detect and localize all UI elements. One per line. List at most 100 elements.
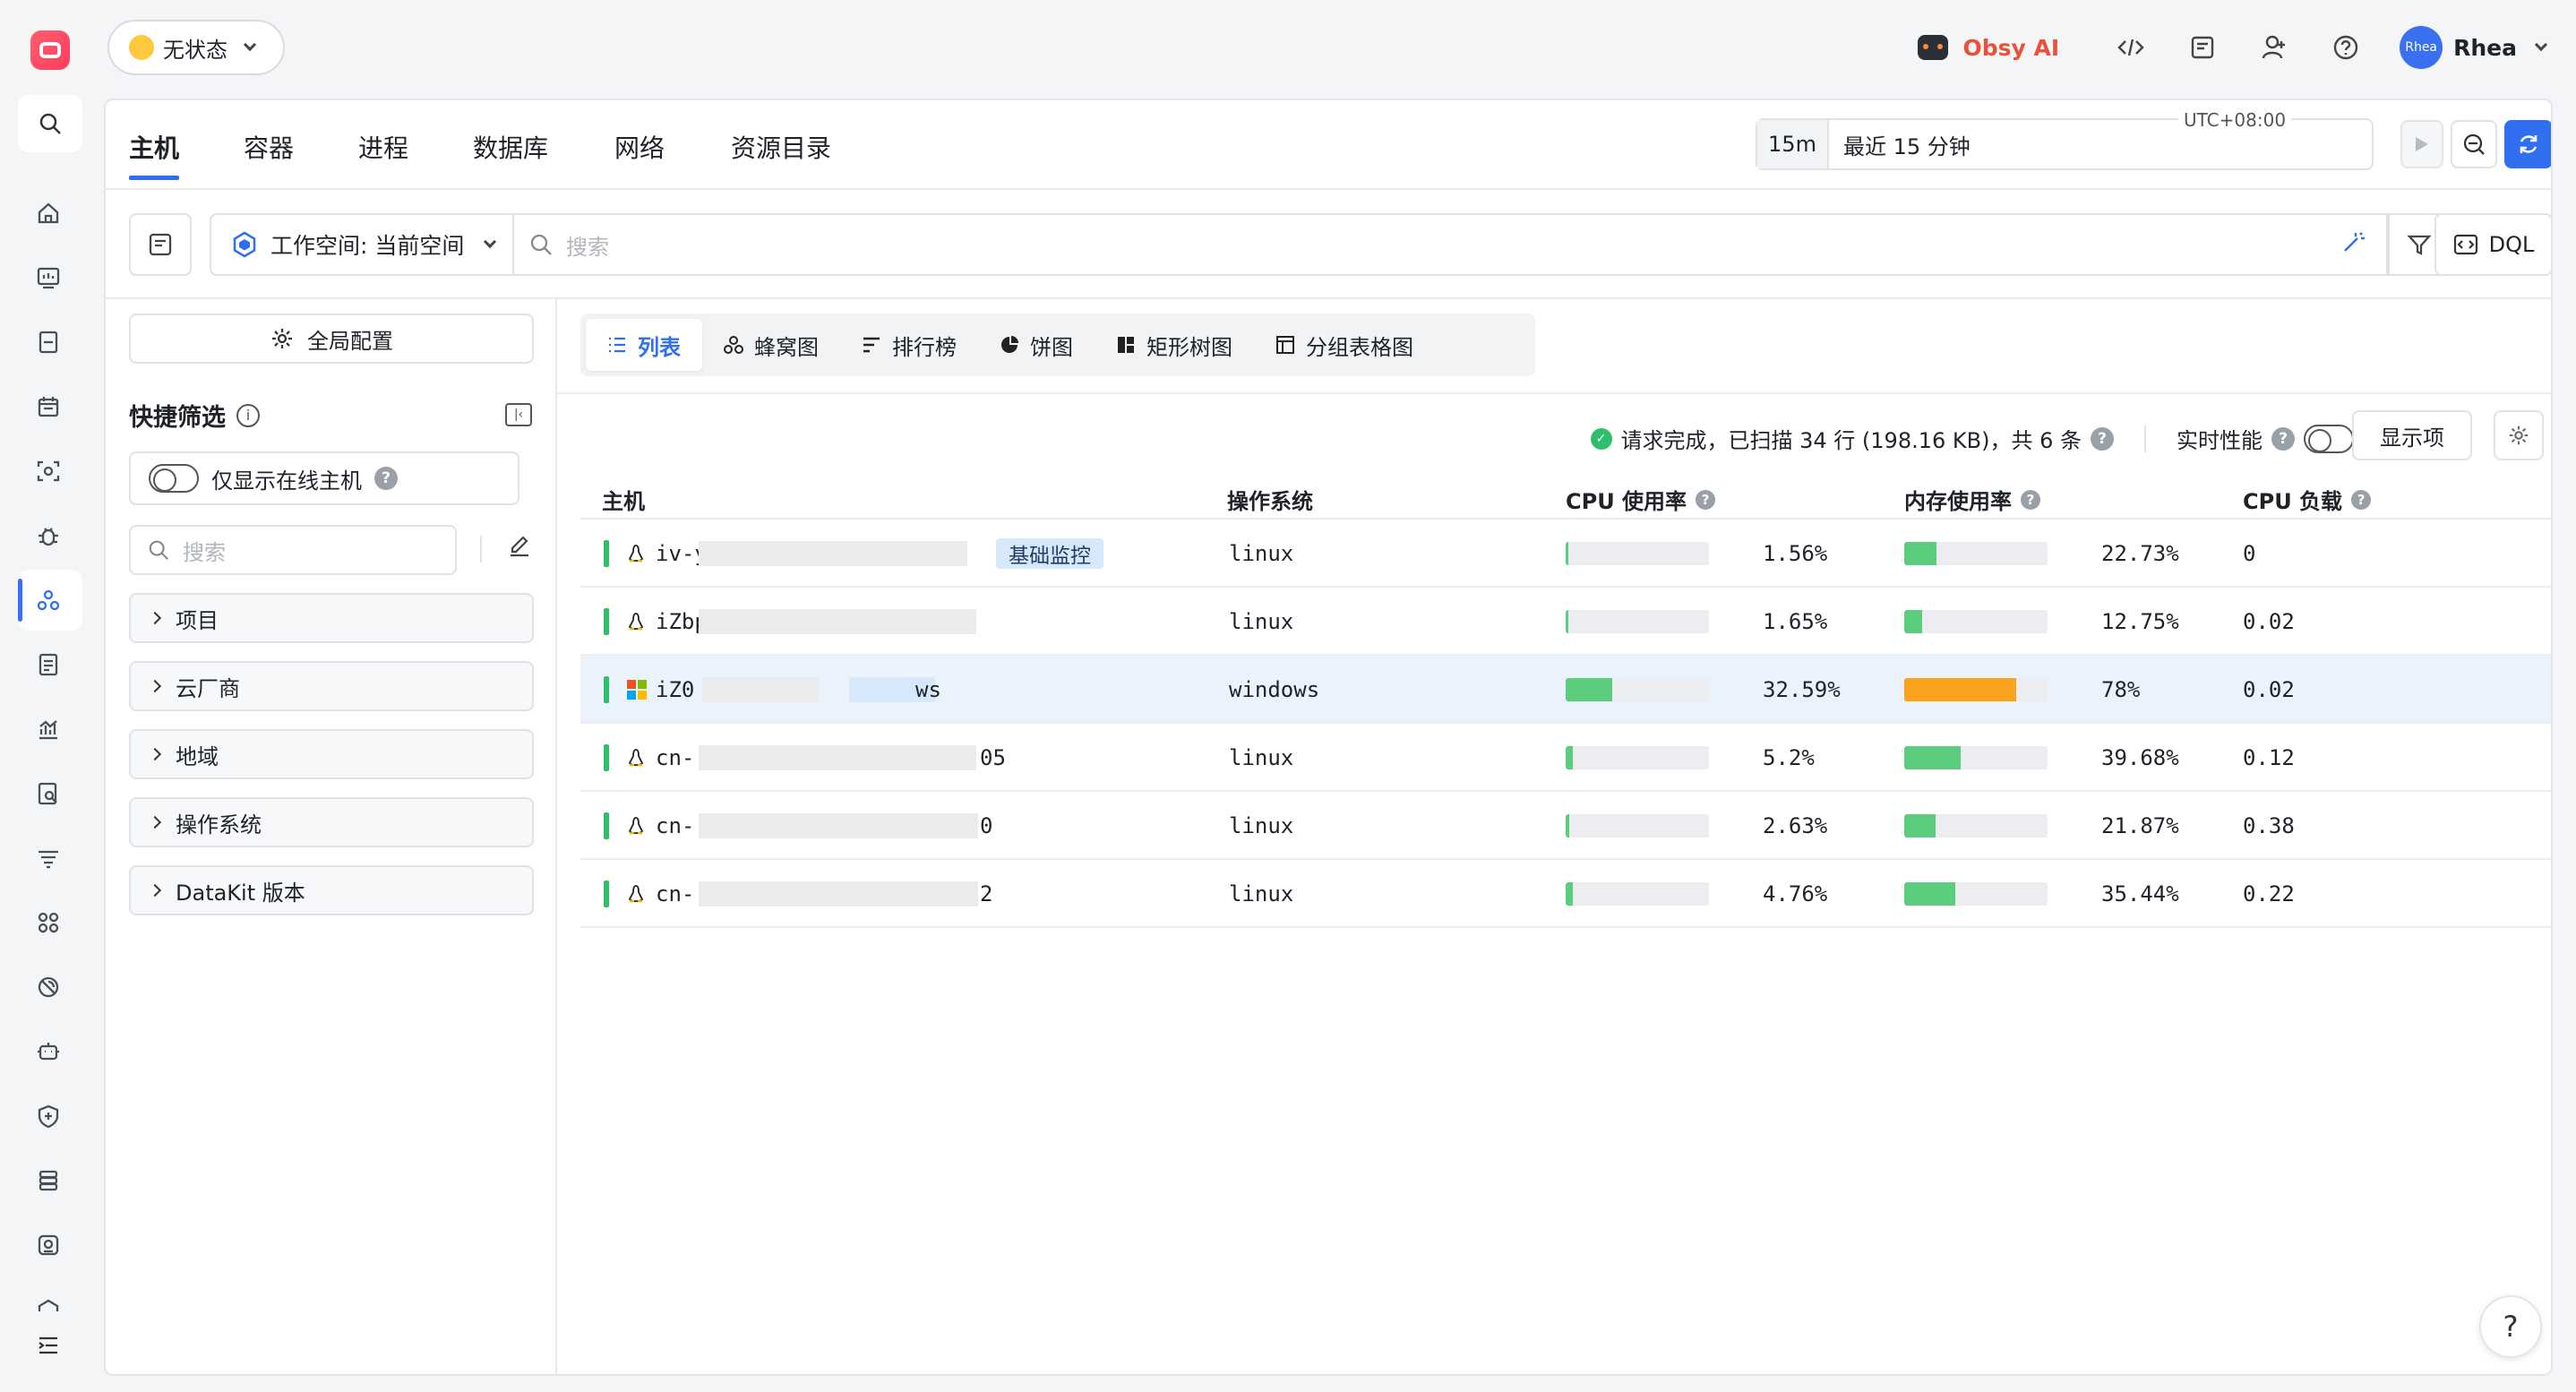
online-status-indicator: [604, 608, 609, 635]
honeycomb-icon: [724, 336, 743, 354]
tab-container[interactable]: 容器: [244, 129, 294, 165]
filter-group-datakit-version[interactable]: DataKit 版本: [129, 865, 534, 915]
dql-button[interactable]: DQL: [2434, 213, 2551, 276]
app-logo[interactable]: [30, 30, 70, 70]
online-status-indicator: [604, 812, 609, 839]
view-tab-label: 蜂窝图: [754, 334, 819, 360]
workspace-icon: [231, 231, 258, 258]
view-tab-treemap[interactable]: 矩形树图: [1095, 319, 1254, 371]
pipeline-icon[interactable]: [32, 842, 64, 874]
report-icon[interactable]: [2185, 30, 2220, 65]
user-menu[interactable]: Rhea Rhea: [2400, 26, 2548, 69]
host-name[interactable]: iZ0: [656, 656, 694, 724]
filter-group-project[interactable]: 项目: [129, 593, 534, 643]
column-header-os[interactable]: 操作系统: [1227, 484, 1313, 515]
tab-process[interactable]: 进程: [358, 129, 408, 165]
trace-search-icon[interactable]: [32, 778, 64, 810]
help-icon[interactable]: ?: [1696, 489, 1716, 510]
play-button[interactable]: [2400, 120, 2443, 168]
view-tab-ranking[interactable]: 排行榜: [840, 319, 978, 371]
realtime-toggle[interactable]: [2304, 424, 2354, 453]
bug-icon[interactable]: [32, 520, 64, 552]
online-status-indicator: [604, 881, 609, 907]
table-row[interactable]: iZ0 ws windows 32.59% 78% 0.02: [580, 656, 2551, 724]
calendar-icon[interactable]: [32, 391, 64, 423]
online-only-toggle[interactable]: [149, 464, 199, 493]
database-icon[interactable]: [32, 1164, 64, 1197]
global-config-button[interactable]: 全局配置: [129, 314, 534, 364]
user-add-icon[interactable]: [2256, 30, 2292, 65]
apps-icon[interactable]: [32, 907, 64, 939]
zoom-out-button[interactable]: [2451, 120, 2497, 168]
infrastructure-icon[interactable]: [32, 584, 64, 616]
workspace-selector[interactable]: 工作空间: 当前空间: [210, 213, 514, 276]
search-icon: [530, 234, 552, 255]
obsy-ai-button[interactable]: Obsy AI: [1918, 35, 2059, 61]
table-row[interactable]: iv-y 基础监控 linux 1.56% 22.73% 0: [580, 520, 2551, 588]
view-tab-pie[interactable]: 饼图: [978, 319, 1095, 371]
table-settings-button[interactable]: [2494, 410, 2544, 460]
log-icon[interactable]: [32, 649, 64, 681]
host-name[interactable]: cn-: [656, 792, 694, 860]
column-header-memory[interactable]: 内存使用率?: [1904, 484, 2040, 515]
view-tab-honeycomb[interactable]: 蜂窝图: [702, 319, 840, 371]
help-icon[interactable]: [2328, 30, 2364, 65]
magic-wand-icon[interactable]: [2341, 229, 2366, 261]
help-icon[interactable]: ?: [2091, 426, 2114, 451]
integration-icon[interactable]: [32, 1290, 64, 1322]
filter-group-cloud-provider[interactable]: 云厂商: [129, 661, 534, 711]
search-input[interactable]: 搜索: [514, 213, 2388, 276]
status-selector[interactable]: 无状态: [107, 20, 285, 75]
user-name: Rhea: [2453, 34, 2517, 61]
tab-resource-catalog[interactable]: 资源目录: [731, 129, 831, 165]
table-row[interactable]: iZbp linux 1.65% 12.75% 0.02: [580, 588, 2551, 656]
table-row[interactable]: cn- 2 linux 4.76% 35.44% 0.22: [580, 860, 2551, 928]
home-icon[interactable]: [32, 197, 64, 229]
info-icon[interactable]: i: [236, 403, 260, 427]
status-text: 请求完成，已扫描 34 行 (198.16 KB)，共 6 条: [1620, 428, 2082, 453]
view-tab-group-table[interactable]: 分组表格图: [1254, 319, 1435, 371]
scan-icon[interactable]: [32, 455, 64, 487]
tab-network[interactable]: 网络: [614, 129, 665, 165]
code-icon[interactable]: [2113, 30, 2149, 65]
chevron-right-icon: [148, 611, 162, 625]
display-items-button[interactable]: 显示项: [2352, 410, 2472, 460]
tab-database[interactable]: 数据库: [473, 129, 548, 165]
filter-search-input[interactable]: 搜索: [129, 525, 457, 575]
floating-help-button[interactable]: ?: [2479, 1295, 2542, 1358]
menu-collapse-icon[interactable]: [32, 1329, 64, 1362]
host-name[interactable]: cn-: [656, 724, 694, 792]
help-icon[interactable]: ?: [2021, 489, 2040, 510]
metrics-icon[interactable]: [32, 713, 64, 745]
notebook-icon[interactable]: [32, 326, 64, 358]
refresh-button[interactable]: [2504, 120, 2551, 168]
main-tabs: 主机 容器 进程 数据库 网络 资源目录 15m 最近 15 分钟 UTC+08…: [106, 100, 2551, 190]
edit-icon[interactable]: [507, 534, 532, 565]
shield-icon[interactable]: [32, 1100, 64, 1132]
help-icon[interactable]: ?: [374, 467, 398, 490]
table-row[interactable]: cn- 05 linux 5.2% 39.68% 0.12: [580, 724, 2551, 792]
security-scan-icon[interactable]: [32, 971, 64, 1003]
column-header-host[interactable]: 主机: [602, 484, 645, 515]
tab-host[interactable]: 主机: [129, 129, 180, 180]
help-icon[interactable]: ?: [2271, 426, 2295, 451]
toggle-sidebar-button[interactable]: [129, 213, 192, 276]
os-value: linux: [1229, 541, 1294, 566]
dashboard-icon[interactable]: [32, 262, 64, 294]
nav-search-icon[interactable]: [18, 95, 82, 152]
cpu-load-value: 0.22: [2243, 881, 2295, 907]
filter-group-region[interactable]: 地域: [129, 729, 534, 779]
host-name[interactable]: cn-: [656, 860, 694, 928]
view-tab-list[interactable]: 列表: [586, 319, 702, 371]
redacted-hostname: [699, 745, 976, 770]
collapse-panel-icon[interactable]: |‹: [505, 403, 532, 426]
table-row[interactable]: cn- 0 linux 2.63% 21.87% 0.38: [580, 792, 2551, 860]
help-icon[interactable]: ?: [2351, 489, 2372, 510]
column-header-cpu-load[interactable]: CPU 负载?: [2243, 484, 2372, 515]
filter-group-os[interactable]: 操作系统: [129, 797, 534, 847]
robot-nav-icon[interactable]: [32, 1035, 64, 1068]
column-header-cpu[interactable]: CPU 使用率?: [1566, 484, 1716, 515]
memory-usage-value: 22.73%: [2101, 541, 2179, 566]
monitor-icon[interactable]: [32, 1229, 64, 1261]
host-tag[interactable]: 基础监控: [996, 538, 1103, 569]
